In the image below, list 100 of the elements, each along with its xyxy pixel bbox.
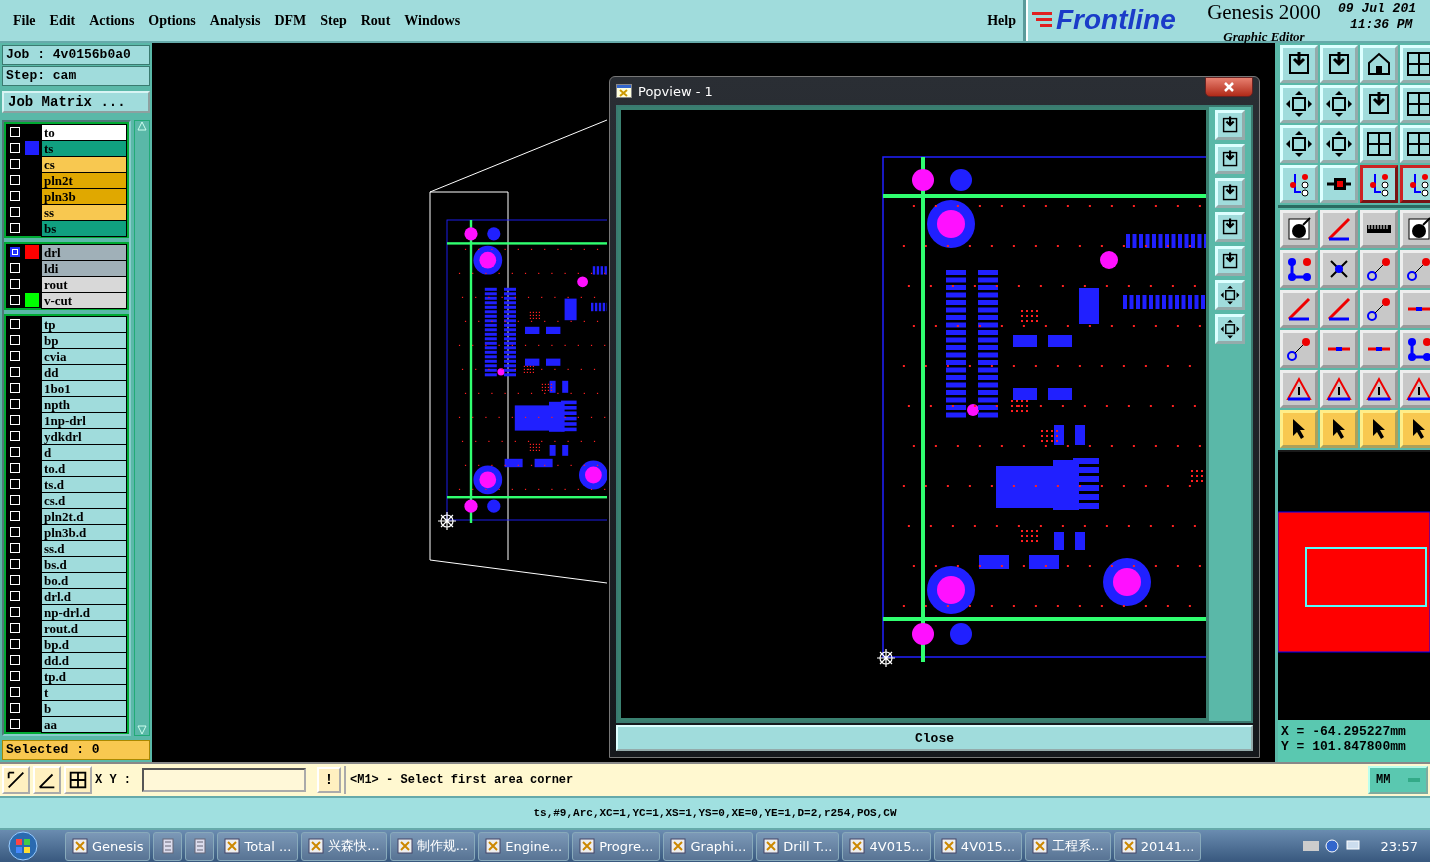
- taskbar-button[interactable]: 兴森快...: [301, 831, 387, 861]
- help-icon[interactable]: [1324, 839, 1339, 853]
- window-icon: [616, 84, 632, 98]
- taskbar-button[interactable]: Graphi...: [663, 831, 754, 861]
- layer-name[interactable]: tp: [41, 315, 127, 333]
- diagonal-line-icon: [1285, 295, 1313, 323]
- selected-count: Selected : 0: [2, 740, 150, 760]
- view-button[interactable]: [1215, 246, 1245, 276]
- view-button[interactable]: [1215, 178, 1245, 208]
- app-icon: [72, 838, 88, 854]
- taskbar-button[interactable]: Drill T...: [756, 831, 840, 861]
- pointer-icon: [1333, 419, 1345, 439]
- app-icon: [159, 838, 176, 854]
- app-icon: [1032, 838, 1049, 854]
- date-text: 09 Jul 201: [1338, 2, 1417, 15]
- command-text: ts,#9,Arc,XC=1,YC=1,XS=1,YS=0,XE=0,YE=1,D=2,r254,POS,CW: [533, 807, 897, 819]
- network-icon[interactable]: [1344, 839, 1361, 853]
- xy-input-field[interactable]: [142, 768, 306, 792]
- ruler-icon: [1367, 225, 1391, 233]
- close-button[interactable]: [1205, 77, 1253, 97]
- snap-button[interactable]: [64, 766, 92, 794]
- app-icon: [579, 838, 596, 854]
- app-icon: [308, 838, 325, 854]
- job-matrix-button[interactable]: Job Matrix ...: [2, 91, 150, 113]
- units-dropdown[interactable]: MM: [1368, 766, 1428, 794]
- keyboard-icon[interactable]: [1302, 840, 1319, 852]
- time-text: 11:36 PM: [1349, 18, 1414, 31]
- frame-arrows-icon: [1285, 130, 1313, 158]
- layer-name[interactable]: to: [41, 123, 127, 141]
- grid-icon: [1405, 50, 1430, 78]
- close-button[interactable]: Close: [616, 725, 1253, 751]
- alert-button[interactable]: !: [317, 767, 341, 793]
- menu-item[interactable]: Analysis: [202, 12, 268, 29]
- view-button[interactable]: [1215, 280, 1245, 310]
- taskbar-button[interactable]: 4V015...: [842, 831, 931, 861]
- app-icon: [670, 838, 687, 854]
- taskbar-button[interactable]: [153, 831, 183, 861]
- taskbar-button[interactable]: 工程系...: [1025, 831, 1111, 861]
- tool-button[interactable]: [1400, 165, 1430, 203]
- menu-item[interactable]: Step: [313, 12, 354, 29]
- taskbar-button[interactable]: 制作规...: [389, 831, 476, 861]
- app-icon: [1120, 838, 1137, 854]
- taskbar-button[interactable]: [185, 831, 215, 861]
- view-button[interactable]: [1215, 314, 1245, 344]
- taskbar-button[interactable]: Total ...: [217, 831, 299, 861]
- app-icon: [763, 838, 780, 854]
- clock: 23:57: [1380, 838, 1418, 854]
- close-icon: [1223, 81, 1235, 93]
- app-icon: [485, 838, 502, 854]
- taskbar-button[interactable]: 20141...: [1113, 831, 1202, 861]
- taskbar-button[interactable]: Engine...: [478, 831, 570, 861]
- menu-item[interactable]: Rout: [353, 12, 398, 29]
- split-line-icon: [1328, 347, 1350, 351]
- speed-lines-icon: [1032, 10, 1054, 30]
- taskbar-button[interactable]: 4V015...: [933, 831, 1023, 861]
- tool-button[interactable]: [1360, 165, 1398, 203]
- menu-item[interactable]: Actions: [82, 12, 142, 29]
- start-orb-icon[interactable]: [8, 831, 38, 861]
- zoom-diagonal-icon: [5, 769, 27, 791]
- triangle-icon: [1365, 375, 1393, 403]
- prompt-message: <M1> - Select first area corner: [344, 766, 1365, 794]
- frame-arrows-icon: [1325, 90, 1353, 118]
- grid-icon: [1405, 90, 1430, 118]
- app-icon: [191, 838, 208, 854]
- menu-item[interactable]: Edit: [42, 12, 83, 29]
- taskbar-button[interactable]: Progre...: [572, 831, 661, 861]
- grid-snap-icon: [67, 769, 89, 791]
- frame-arrows-icon: [1219, 284, 1241, 306]
- step-label: Step: cam: [2, 66, 150, 86]
- dropdown-icon: [1408, 777, 1420, 783]
- triangle-icon: [1405, 375, 1430, 403]
- view-button[interactable]: [1215, 212, 1245, 242]
- house-icon: [1365, 50, 1393, 78]
- menu-item[interactable]: File: [6, 12, 43, 29]
- taskbar-button[interactable]: Genesis: [65, 831, 151, 861]
- menu-item[interactable]: DFM: [267, 12, 314, 29]
- layer-name[interactable]: drl: [41, 243, 127, 261]
- window-title: Popview - 1: [638, 83, 713, 99]
- brand-logo: Frontline: [1056, 3, 1176, 37]
- menu-item[interactable]: Options: [141, 12, 203, 29]
- diagonal-line-icon: [1325, 295, 1353, 323]
- pointer-icon: [1373, 419, 1385, 439]
- x-coordinate: X = -64.295227mm: [1281, 724, 1407, 739]
- view-button[interactable]: [1215, 144, 1245, 174]
- diagonal-line-icon: [1325, 215, 1353, 243]
- datum-crosshair-icon: [437, 511, 457, 531]
- app-icon: [224, 838, 241, 854]
- move-point-icon: [1285, 335, 1313, 363]
- menu-item[interactable]: Windows: [397, 12, 468, 29]
- nodes-icon: [1285, 255, 1313, 283]
- app-icon: [849, 838, 866, 854]
- product-name: Genesis 2000: [1207, 0, 1321, 25]
- view-button[interactable]: [1215, 110, 1245, 140]
- pointer-icon: [1413, 419, 1425, 439]
- checkbox[interactable]: [10, 247, 20, 257]
- triangle-icon: [1285, 375, 1313, 403]
- snap-button[interactable]: [33, 766, 61, 794]
- snap-button[interactable]: [2, 766, 30, 794]
- pad-icon: [1327, 178, 1351, 190]
- help-menu[interactable]: Help: [980, 12, 1023, 29]
